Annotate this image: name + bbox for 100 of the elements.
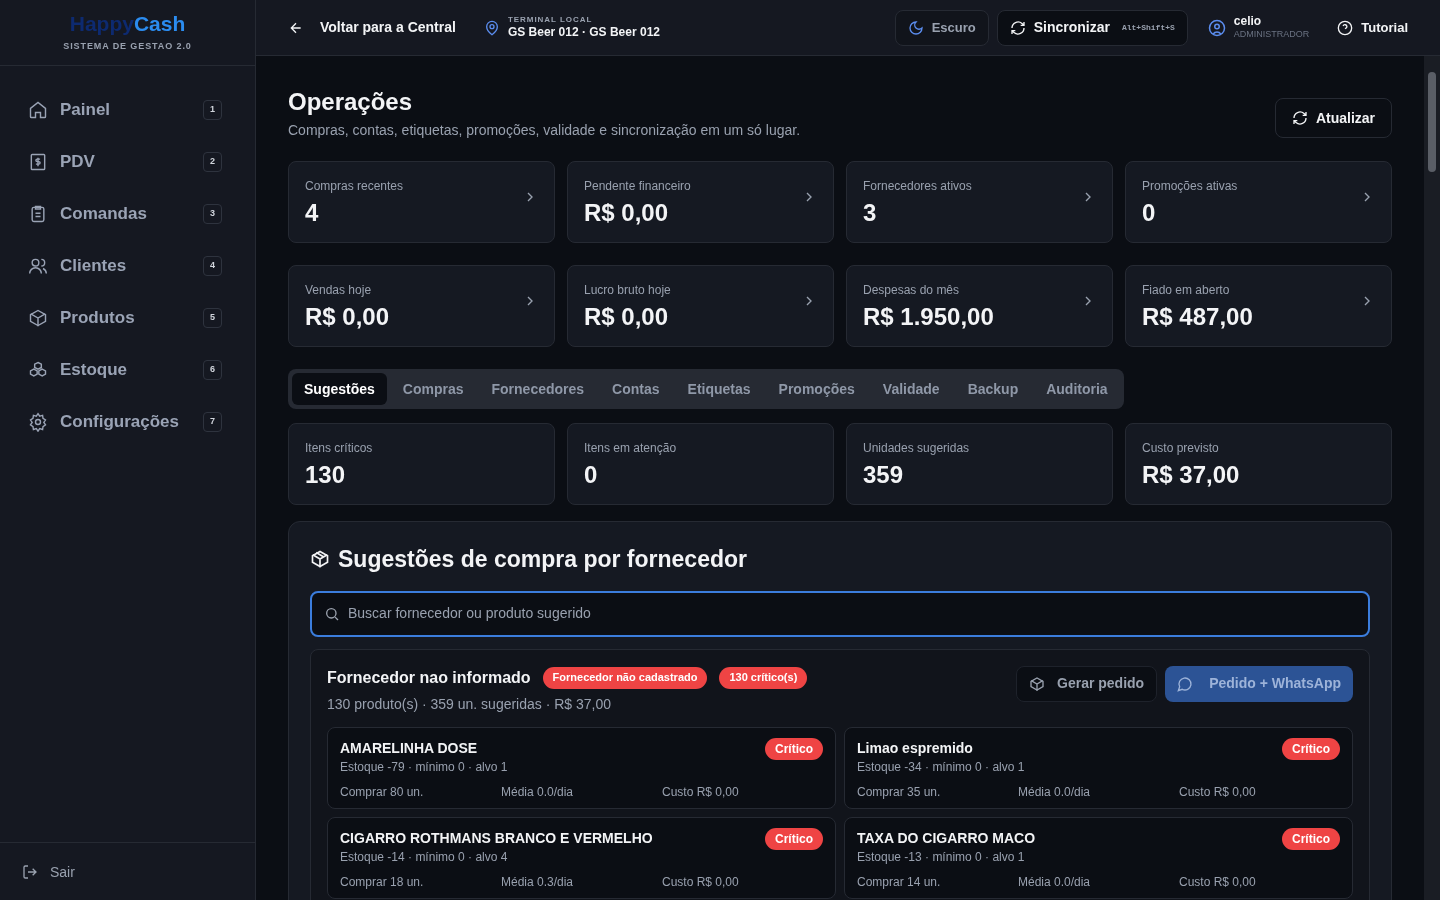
card-label: Vendas hoje (305, 282, 373, 299)
logo-subtitle: SISTEMA DE GESTAO 2.0 (63, 39, 192, 53)
buy-quantity: Comprar 35 un. (857, 783, 942, 800)
gear-icon (28, 412, 48, 432)
user-role: ADMINISTRADOR (1233, 29, 1310, 41)
card-value: R$ 0,00 (584, 303, 670, 331)
summary-card[interactable]: Promoções ativas 0 (1125, 161, 1392, 243)
card-value: 130 (305, 461, 347, 489)
card-label: Unidades sugeridas (863, 440, 970, 457)
shortcut-badge: 1 (203, 100, 222, 120)
cost: Custo R$ 0,00 (662, 783, 740, 800)
tab[interactable]: Fornecedores (479, 373, 597, 405)
sidebar-item[interactable]: Estoque 6 (28, 354, 222, 386)
sidebar-item[interactable]: Painel 1 (28, 94, 222, 126)
shortcut-hint: Alt+Shift+S (1121, 21, 1175, 34)
theme-button[interactable]: Escuro (894, 9, 989, 46)
clipboard-icon (28, 204, 48, 224)
card-label: Itens críticos (305, 440, 373, 457)
tab[interactable]: Etiquetas (675, 373, 763, 405)
home-icon (28, 100, 48, 120)
summary-card[interactable]: Compras recentes 4 (288, 161, 555, 243)
box-icon (28, 308, 48, 328)
tab[interactable]: Sugestões (292, 373, 387, 405)
summary-card[interactable]: Fornecedores ativos 3 (846, 161, 1113, 243)
status-badge: Crítico (765, 737, 823, 760)
shortcut-badge: 4 (203, 256, 222, 276)
card-value: 0 (584, 461, 599, 489)
summary-card[interactable]: Despesas do mês R$ 1.950,00 (846, 265, 1113, 347)
daily-average: Média 0.0/dia (1018, 873, 1092, 890)
shortcut-badge: 6 (203, 360, 222, 380)
card-value: R$ 0,00 (584, 199, 670, 227)
chat-icon (1177, 675, 1194, 692)
terminal-name: GS Beer 012 · GS Beer 012 (507, 25, 660, 40)
stock-info: Estoque -34 · mínimo 0 · alvo 1 (857, 758, 1025, 776)
daily-average: Média 0.3/dia (501, 873, 575, 890)
tab[interactable]: Backup (955, 373, 1031, 405)
refresh-button[interactable]: Atualizar (1274, 98, 1392, 138)
product-name: Limao espremido (857, 738, 974, 758)
summary-card[interactable]: Lucro bruto hoje R$ 0,00 (567, 265, 834, 347)
shortcut-badge: 2 (203, 152, 222, 172)
refresh-icon (1291, 110, 1308, 126)
generate-order-button[interactable]: Gerar pedido (1016, 665, 1158, 702)
receipt-icon (28, 152, 48, 172)
supplier-name: Fornecedor nao informado (327, 667, 531, 688)
status-badge: Crítico (765, 827, 823, 850)
card-label: Fornecedores ativos (863, 178, 972, 195)
whatsapp-order-button[interactable]: Pedido + WhatsApp (1165, 665, 1353, 702)
tab[interactable]: Contas (600, 373, 672, 405)
tutorial-button[interactable]: Tutorial (1337, 17, 1408, 38)
sync-button[interactable]: Sincronizar Alt+Shift+S (996, 9, 1188, 46)
scrollbar[interactable] (1424, 56, 1440, 900)
card-value: R$ 37,00 (1142, 461, 1240, 489)
card-value: R$ 0,00 (305, 303, 390, 331)
buy-quantity: Comprar 80 un. (340, 783, 425, 800)
refresh-icon (1009, 19, 1026, 36)
buy-quantity: Comprar 18 un. (340, 873, 425, 890)
user-name: celio (1233, 14, 1263, 30)
card-label: Itens em atenção (584, 440, 677, 457)
card-value: 359 (863, 461, 905, 489)
card-label: Compras recentes (305, 178, 404, 195)
summary-card[interactable]: Fiado em aberto R$ 487,00 (1125, 265, 1392, 347)
shortcut-badge: 5 (203, 308, 222, 328)
sidebar-item[interactable]: Configurações 7 (28, 406, 222, 438)
tab[interactable]: Auditoria (1034, 373, 1120, 405)
sidebar-item[interactable]: PDV 2 (28, 146, 222, 178)
summary-card[interactable]: Pendente financeiro R$ 0,00 (567, 161, 834, 243)
product-name: AMARELINHA DOSE (340, 738, 479, 758)
tab[interactable]: Compras (390, 373, 476, 405)
back-button[interactable]: Voltar para a Central (288, 17, 456, 38)
shortcut-badge: 3 (203, 204, 222, 224)
tab[interactable]: Validade (870, 373, 952, 405)
shortcut-badge: 7 (203, 412, 222, 432)
product-name: TAXA DO CIGARRO MACO (857, 828, 1036, 848)
cost: Custo R$ 0,00 (1179, 783, 1257, 800)
tag: Fornecedor não cadastrado (542, 666, 708, 689)
stock-info: Estoque -79 · mínimo 0 · alvo 1 (340, 758, 508, 776)
sidebar-item[interactable]: Produtos 5 (28, 302, 222, 334)
card-label: Despesas do mês (863, 282, 961, 299)
card-label: Lucro bruto hoje (584, 282, 671, 299)
search-input: Buscar fornecedor ou produto sugerido (348, 603, 1356, 624)
card-label: Fiado em aberto (1142, 282, 1231, 299)
summary-card[interactable]: Vendas hoje R$ 0,00 (288, 265, 555, 347)
logout-icon (22, 863, 38, 880)
card-value: R$ 1.950,00 (863, 303, 994, 331)
status-badge: Crítico (1282, 737, 1340, 760)
sidebar-item[interactable]: Clientes 4 (28, 250, 222, 282)
status-badge: Crítico (1282, 827, 1340, 850)
stock-info: Estoque -13 · mínimo 0 · alvo 1 (857, 848, 1026, 866)
help-icon (1337, 19, 1354, 36)
daily-average: Média 0.0/dia (501, 783, 575, 800)
sidebar-item[interactable]: Comandas 3 (28, 198, 222, 230)
cost: Custo R$ 0,00 (662, 873, 740, 890)
stock-info: Estoque -14 · mínimo 0 · alvo 4 (340, 848, 509, 866)
terminal-label: TERMINAL LOCAL (507, 15, 594, 25)
logout-button[interactable]: Sair (22, 861, 75, 882)
location-pin-icon (483, 19, 500, 36)
package-icon (1029, 675, 1045, 692)
search-field[interactable]: Buscar fornecedor ou produto sugerido (310, 590, 1370, 637)
cost: Custo R$ 0,00 (1179, 873, 1257, 890)
tab[interactable]: Promoções (766, 373, 867, 405)
